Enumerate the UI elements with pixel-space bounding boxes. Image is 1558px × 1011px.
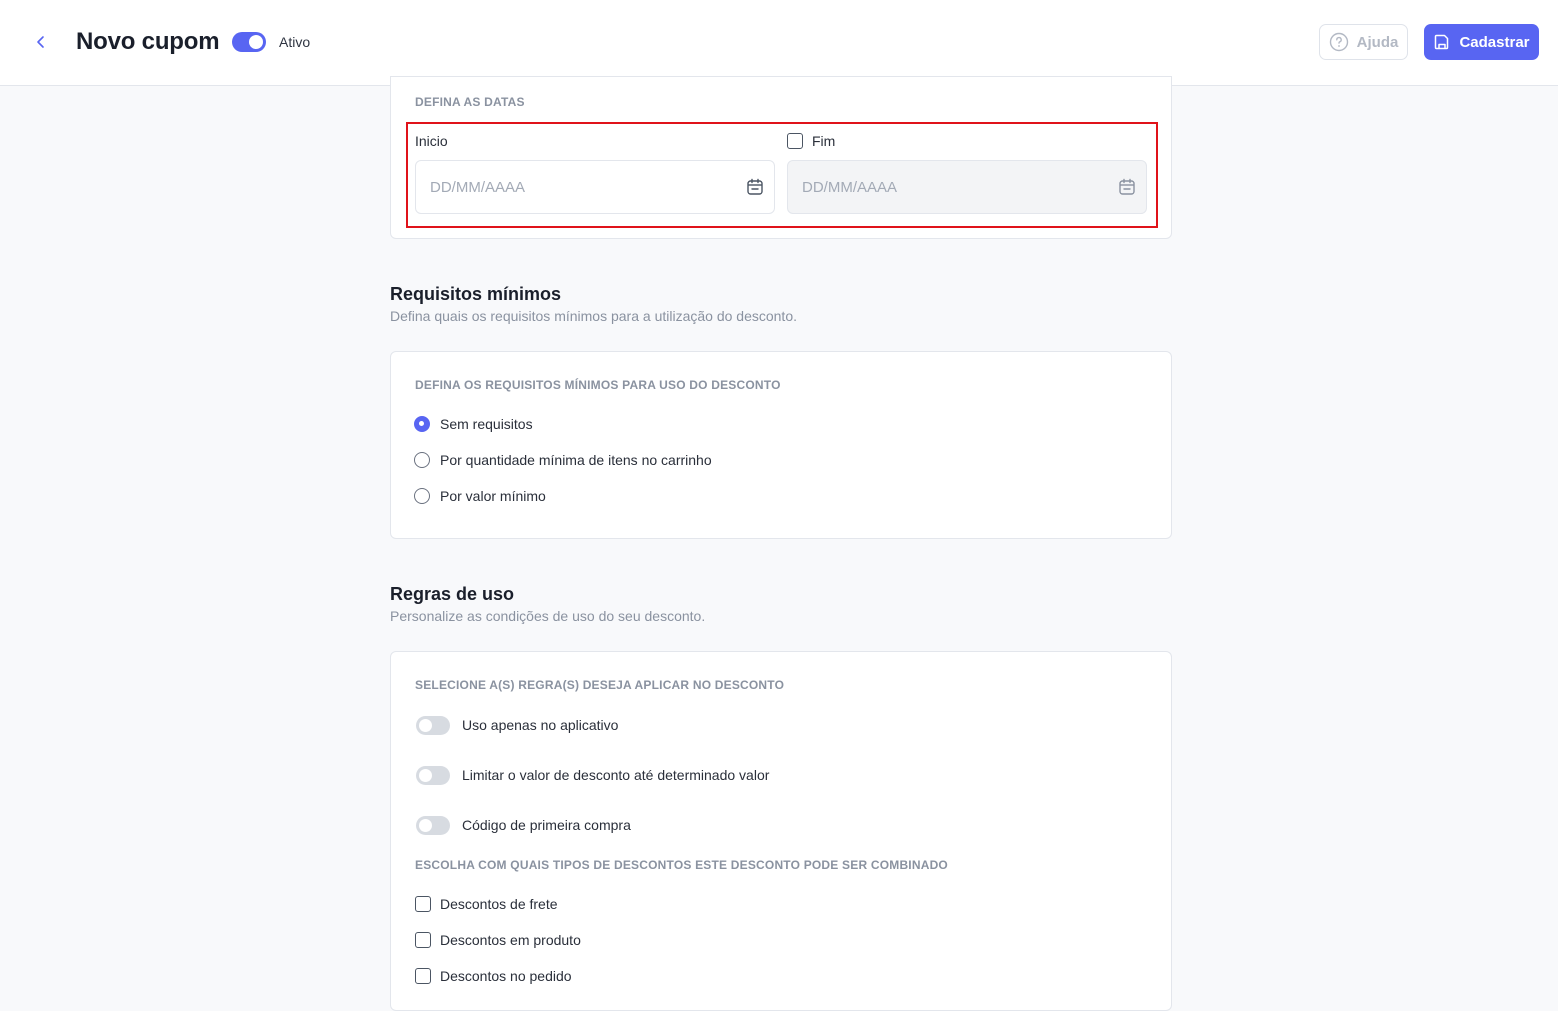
toggle-limit-discount[interactable]	[416, 766, 450, 785]
end-date-checkbox[interactable]	[787, 133, 803, 149]
checkbox-label: Descontos no pedido	[440, 968, 572, 984]
checkbox-label: Descontos em produto	[440, 932, 581, 948]
toggle-label: Uso apenas no aplicativo	[462, 717, 619, 733]
toggle-label: Limitar o valor de desconto até determin…	[462, 767, 770, 783]
requirements-overline: DEFINA OS REQUISITOS MÍNIMOS PARA USO DO…	[415, 378, 781, 392]
save-button[interactable]: Cadastrar	[1424, 24, 1539, 60]
dates-overline: DEFINA AS DATAS	[415, 95, 525, 109]
toggle-knob	[419, 719, 432, 732]
toggle-knob	[249, 35, 263, 49]
start-date-input[interactable]	[415, 160, 775, 214]
save-icon	[1435, 34, 1449, 50]
toggle-knob	[419, 819, 432, 832]
radio-no-requirements[interactable]	[414, 416, 430, 432]
help-button-label: Ajuda	[1356, 33, 1399, 51]
requirements-title: Requisitos mínimos	[390, 284, 562, 304]
calendar-icon[interactable]	[1118, 178, 1136, 196]
page-title: Novo cupom	[76, 28, 220, 55]
chevron-left-icon	[37, 36, 44, 48]
rules-subtitle: Personalize as condições de uso do seu d…	[390, 608, 706, 624]
checkbox-shipping-discount[interactable]	[415, 896, 431, 912]
toggle-app-only[interactable]	[416, 716, 450, 735]
help-button[interactable]: Ajuda	[1319, 24, 1408, 60]
requirements-subtitle: Defina quais os requisitos mínimos para …	[390, 308, 797, 324]
toggle-label: Código de primeira compra	[462, 817, 631, 833]
radio-min-value[interactable]	[414, 488, 430, 504]
back-button[interactable]	[30, 30, 52, 54]
radio-min-quantity[interactable]	[414, 452, 430, 468]
start-date-label: Inicio	[415, 133, 448, 149]
radio-label: Sem requisitos	[440, 416, 533, 432]
top-bar: Novo cupom Ativo Ajuda Cadastrar	[0, 0, 1558, 86]
radio-label: Por quantidade mínima de itens no carrin…	[440, 452, 712, 468]
rules-title: Regras de uso	[390, 584, 515, 604]
question-circle-icon	[1329, 32, 1348, 52]
combine-overline: ESCOLHA COM QUAIS TIPOS DE DESCONTOS EST…	[415, 858, 948, 872]
active-toggle[interactable]	[232, 32, 266, 52]
toggle-first-purchase[interactable]	[416, 816, 450, 835]
toggle-knob	[419, 769, 432, 782]
calendar-icon[interactable]	[746, 178, 764, 196]
save-button-label: Cadastrar	[1459, 33, 1530, 51]
radio-label: Por valor mínimo	[440, 488, 546, 504]
checkbox-label: Descontos de frete	[440, 896, 558, 912]
end-date-input[interactable]	[787, 160, 1147, 214]
checkbox-order-discount[interactable]	[415, 968, 431, 984]
end-date-label: Fim	[812, 133, 836, 149]
rules-overline: SELECIONE A(S) REGRA(S) DESEJA APLICAR N…	[415, 678, 785, 692]
checkbox-product-discount[interactable]	[415, 932, 431, 948]
active-toggle-label: Ativo	[279, 34, 311, 50]
